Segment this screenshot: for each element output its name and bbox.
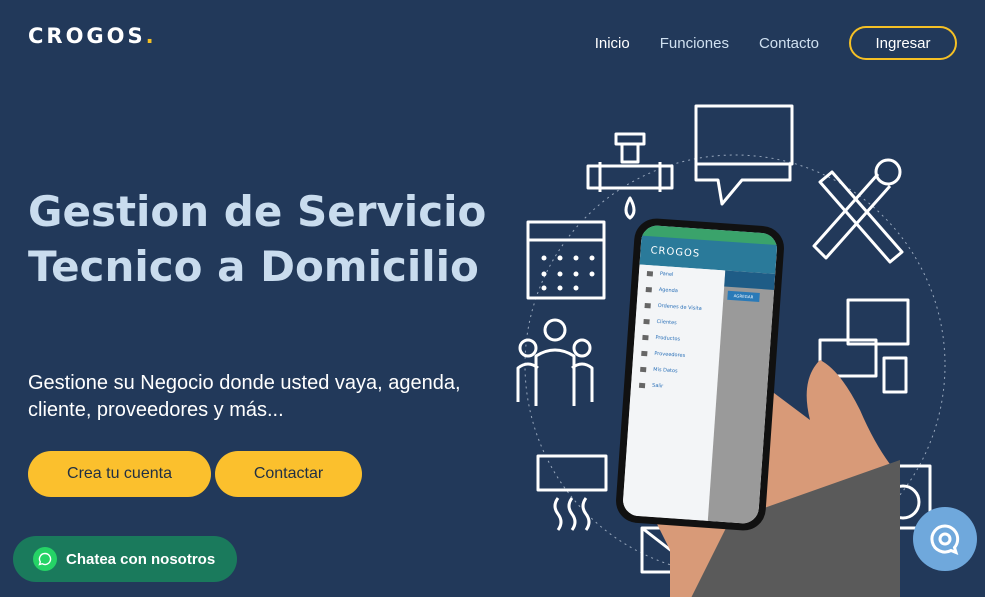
whatsapp-label: Chatea con nosotros (66, 550, 216, 568)
hero-subtitle: Gestione su Negocio donde usted vaya, ag… (28, 372, 461, 421)
users-icon (516, 318, 594, 406)
support-chat-button[interactable] (913, 507, 977, 571)
phone-screen: CROGOS Panel Agenda Ordenes de Visita Cl… (622, 224, 778, 525)
hero-title: Gestion de Servicio Tecnico a Domicilio (28, 187, 487, 291)
tools-icon (812, 158, 904, 264)
chat-bubbles-icon (694, 104, 794, 206)
whatsapp-icon (33, 547, 57, 571)
faucet-icon (586, 132, 674, 220)
brand-logo[interactable]: CROGOS. (28, 24, 157, 48)
brand-dot: . (145, 24, 157, 48)
nav-inicio[interactable]: Inicio (595, 35, 630, 52)
whatsapp-chat-button[interactable]: Chatea con nosotros (13, 536, 237, 582)
main-nav: Inicio Funciones Contacto Ingresar (565, 26, 957, 60)
brand-name: CROGOS (28, 24, 146, 48)
chat-icon (930, 524, 960, 556)
nav-contacto[interactable]: Contacto (759, 35, 819, 52)
login-button[interactable]: Ingresar (849, 26, 957, 60)
air-conditioner-icon (536, 454, 608, 531)
app-logo: CROGOS (650, 244, 701, 260)
app-add-button: AGREGAR (727, 290, 760, 302)
create-account-button[interactable]: Crea tu cuenta (28, 451, 211, 497)
nav-funciones[interactable]: Funciones (660, 35, 729, 52)
contact-button[interactable]: Contactar (215, 451, 362, 497)
phone-mockup: CROGOS Panel Agenda Ordenes de Visita Cl… (614, 217, 786, 532)
